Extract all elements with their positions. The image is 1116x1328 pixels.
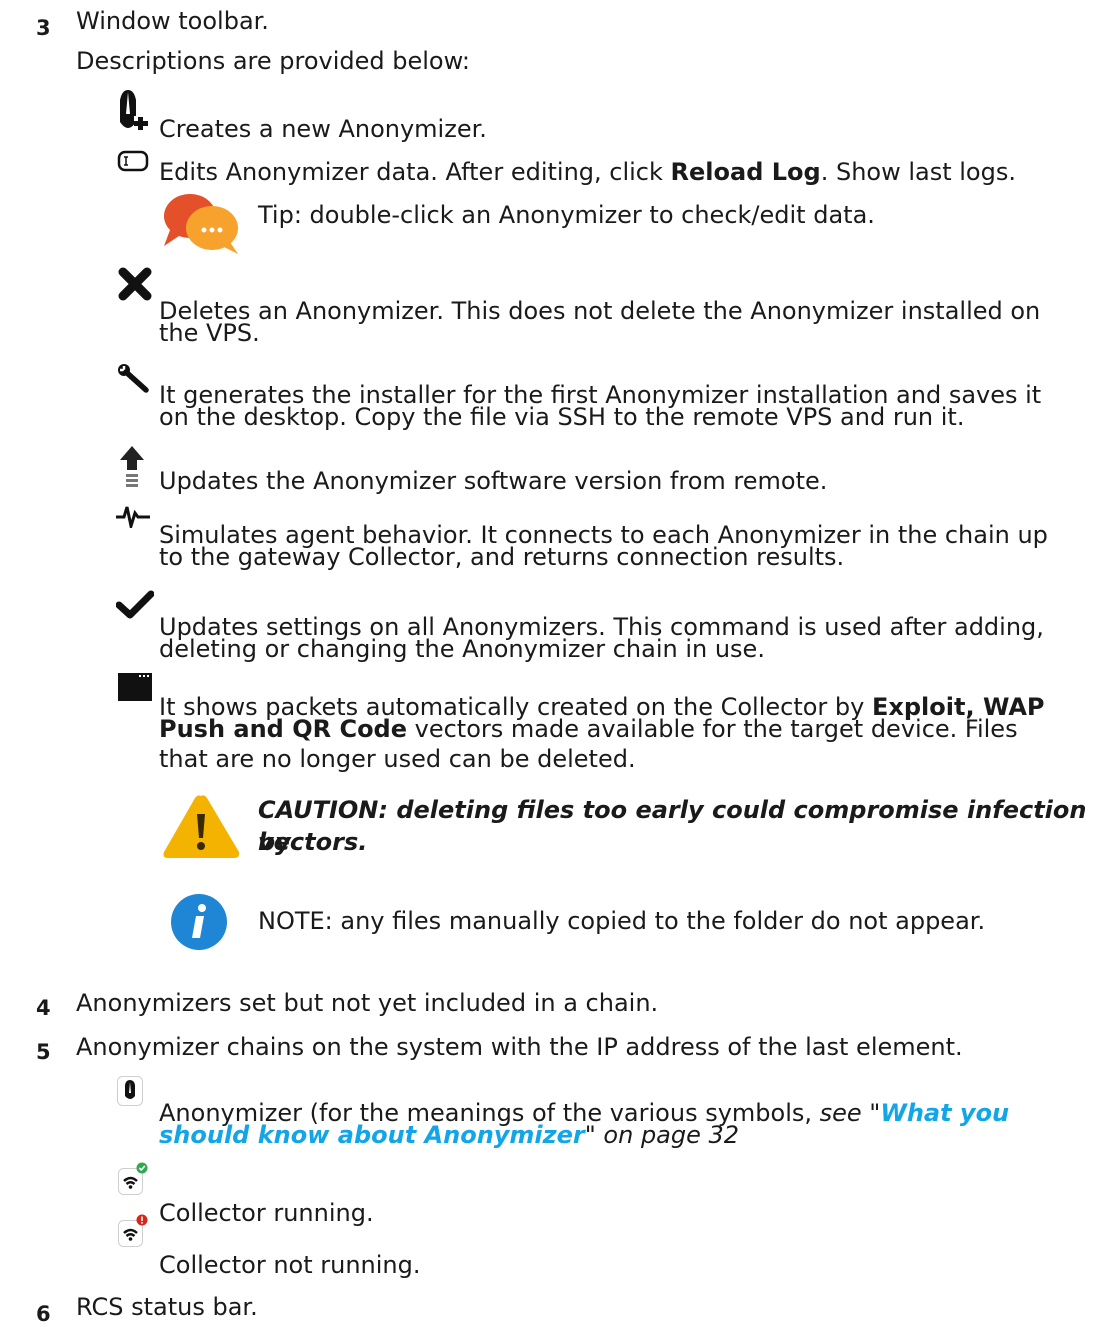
anonymizer-icon — [117, 1076, 143, 1106]
item-number-5: 5 — [36, 1040, 51, 1064]
tool-text-delete-1: Deletes an Anonymizer. This does not del… — [159, 297, 1041, 325]
collector-running-icon — [118, 1162, 148, 1196]
tool-text-update: Updates the Anonymizer software version … — [159, 467, 828, 495]
item-number-4: 4 — [36, 996, 51, 1020]
tool-text-create: Creates a new Anonymizer. — [159, 115, 487, 143]
wrench-icon — [116, 362, 152, 396]
collector-not-running-text: Collector not running. — [159, 1251, 421, 1279]
window-icon — [117, 672, 153, 702]
info-icon — [162, 892, 236, 952]
tool-text-simulate-2: to the gateway Collector, and returns co… — [159, 543, 845, 571]
item-number-3: 3 — [36, 16, 51, 40]
item-4-text: Anonymizers set but not yet included in … — [76, 989, 659, 1017]
add-anonymizer-icon — [114, 88, 150, 138]
item-6-text: RCS status bar. — [76, 1293, 258, 1321]
item-5-text: Anonymizer chains on the system with the… — [76, 1033, 963, 1061]
tool-text-edit: Edits Anonymizer data. After editing, cl… — [159, 158, 1016, 186]
item-3-intro: Descriptions are provided below: — [76, 47, 471, 75]
pulse-icon — [115, 504, 151, 528]
edit-icon — [117, 150, 149, 172]
delete-icon — [117, 266, 153, 302]
tool-text-check-2: deleting or changing the Anonymizer chai… — [159, 635, 765, 663]
item-3-title: Window toolbar. — [76, 7, 269, 35]
caution-line-1: CAUTION: deleting files too early could … — [258, 796, 1087, 856]
anonymizer-desc-2: should know about Anonymizer" on page 32 — [159, 1121, 740, 1149]
tool-text-window-3: that are no longer used can be deleted. — [159, 745, 636, 773]
tip-text: Tip: double-click an Anonymizer to check… — [258, 201, 875, 229]
tool-text-wrench-2: on the desktop. Copy the file via SSH to… — [159, 403, 965, 431]
tool-text-window-2: Push and QR Code vectors made available … — [159, 715, 1018, 743]
note-text: NOTE: any files manually copied to the f… — [258, 907, 986, 935]
item-number-6: 6 — [36, 1302, 51, 1326]
tip-chat-icon — [160, 188, 246, 258]
tool-text-delete-2: the VPS. — [159, 319, 260, 347]
collector-not-running-icon — [118, 1214, 148, 1248]
collector-running-text: Collector running. — [159, 1199, 374, 1227]
upload-icon — [118, 444, 146, 490]
caution-line-2: vectors. — [258, 828, 368, 856]
warning-icon — [160, 790, 242, 862]
check-icon — [116, 590, 154, 620]
